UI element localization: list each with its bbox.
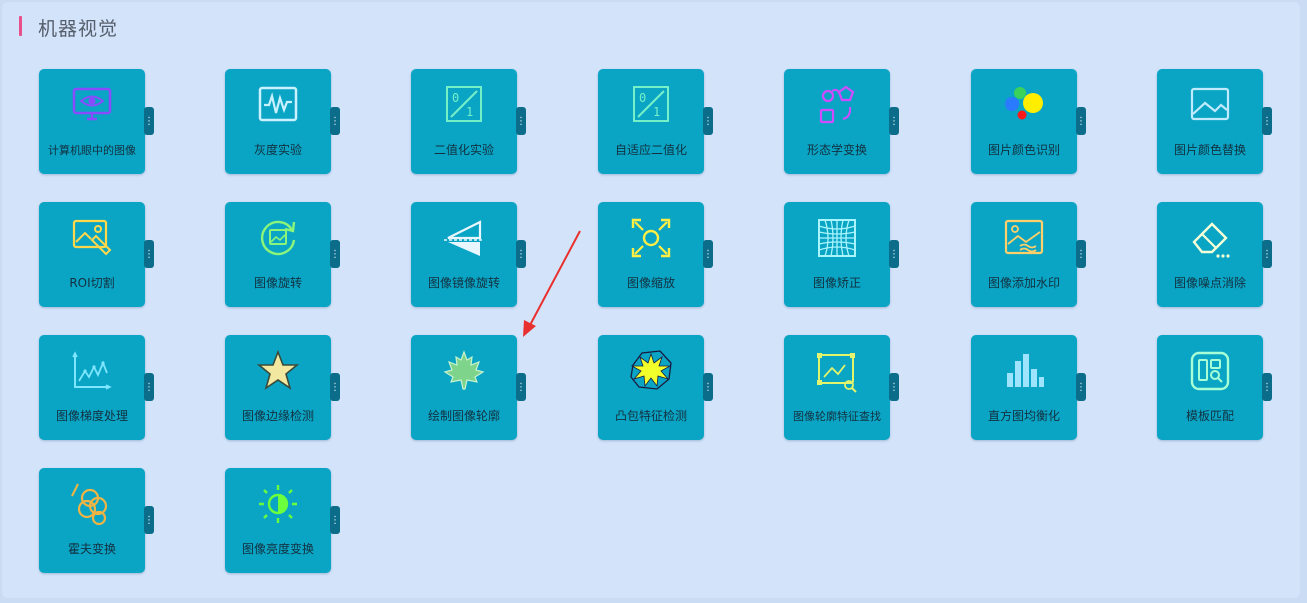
tile-label: 二值化实验	[433, 143, 494, 157]
tile-gradient[interactable]: 图像梯度处理 ⋮	[39, 335, 154, 440]
svg-text:0: 0	[452, 91, 459, 105]
tile-menu-handle[interactable]: ⋮	[1076, 373, 1086, 401]
tile-brightness[interactable]: 图像亮度变换 ⋮	[225, 468, 340, 573]
tile-scale[interactable]: 图像缩放 ⋮	[598, 202, 713, 307]
tile-morphology[interactable]: 形态学变换 ⋮	[784, 69, 899, 174]
tile-denoise[interactable]: 图像噪点消除 ⋮	[1157, 202, 1272, 307]
tile-menu-handle[interactable]: ⋮	[516, 107, 526, 135]
tile-menu-handle[interactable]: ⋮	[703, 373, 713, 401]
tile-menu-handle[interactable]: ⋮	[144, 240, 154, 268]
tile-label: 图像矫正	[812, 276, 861, 290]
tile-mirror[interactable]: 图像镜像旋转 ⋮	[411, 202, 526, 307]
tile-color-recognition[interactable]: 图片颜色识别 ⋮	[971, 69, 1086, 174]
image-cut-icon	[72, 219, 112, 256]
image-search-icon	[817, 353, 857, 393]
tile-label: 图像旋转	[253, 276, 302, 290]
tile-menu-handle[interactable]: ⋮	[1076, 107, 1086, 135]
tile-hough-transform[interactable]: 霍夫变换 ⋮	[39, 468, 154, 573]
image-landscape-icon	[1190, 87, 1230, 121]
maple-leaf-icon	[443, 350, 485, 390]
tile-menu-handle[interactable]: ⋮	[703, 240, 713, 268]
tile-label: ROI切割	[69, 276, 115, 290]
grid-warp-icon	[818, 219, 856, 257]
tile-draw-contour[interactable]: 绘制图像轮廓 ⋮	[411, 335, 526, 440]
tile-menu-handle[interactable]: ⋮	[330, 107, 340, 135]
tile-label: 图像梯度处理	[55, 409, 128, 423]
template-match-icon	[1190, 351, 1230, 391]
tile-label: 绘制图像轮廓	[427, 409, 500, 423]
tile-label: 图片颜色识别	[987, 143, 1060, 157]
tile-menu-handle[interactable]: ⋮	[1262, 240, 1272, 268]
tile-label: 计算机眼中的图像	[48, 143, 136, 157]
tile-menu-handle[interactable]: ⋮	[330, 506, 340, 534]
tile-edge-detection[interactable]: 图像边缘检测 ⋮	[225, 335, 340, 440]
tile-menu-handle[interactable]: ⋮	[330, 373, 340, 401]
annotation-arrow-icon	[523, 230, 581, 337]
tile-label: 图片颜色替换	[1173, 143, 1246, 157]
histogram-icon	[1007, 354, 1044, 387]
tile-label: 图像镜像旋转	[427, 276, 500, 290]
tile-computer-vision-image[interactable]: 计算机眼中的图像 ⋮	[39, 69, 154, 174]
tile-menu-handle[interactable]: ⋮	[330, 240, 340, 268]
image-watermark-icon	[1004, 219, 1044, 255]
tile-correction[interactable]: 图像矫正 ⋮	[784, 202, 899, 307]
tile-menu-handle[interactable]: ⋮	[144, 373, 154, 401]
line-graph-icon	[72, 351, 112, 390]
tile-template-matching[interactable]: 模板匹配 ⋮	[1157, 335, 1272, 440]
tile-contour-features[interactable]: 图像轮廓特征查找 ⋮	[784, 335, 899, 440]
tile-label: 图像噪点消除	[1173, 276, 1246, 290]
tile-menu-handle[interactable]: ⋮	[144, 506, 154, 534]
tile-label: 图像缩放	[626, 276, 675, 290]
tile-watermark[interactable]: 图像添加水印 ⋮	[971, 202, 1086, 307]
svg-text:0: 0	[639, 91, 646, 105]
zoom-frame-icon	[631, 218, 671, 258]
shape-transform-icon	[819, 85, 855, 124]
tile-menu-handle[interactable]: ⋮	[1076, 240, 1086, 268]
tile-grayscale[interactable]: 灰度实验 ⋮	[225, 69, 340, 174]
tile-menu-handle[interactable]: ⋮	[703, 107, 713, 135]
tile-color-replace[interactable]: 图片颜色替换 ⋮	[1157, 69, 1272, 174]
tile-label: 灰度实验	[253, 143, 302, 157]
tile-label: 图像添加水印	[987, 276, 1060, 290]
svg-text:1: 1	[466, 105, 473, 119]
tile-menu-handle[interactable]: ⋮	[144, 107, 154, 135]
binary-0-1-icon: 0 1	[446, 86, 482, 122]
tile-menu-handle[interactable]: ⋮	[889, 240, 899, 268]
tile-histogram-equalization[interactable]: 直方图均衡化 ⋮	[971, 335, 1086, 440]
tile-convex-hull[interactable]: 凸包特征检测 ⋮	[598, 335, 713, 440]
tile-menu-handle[interactable]: ⋮	[1262, 107, 1272, 135]
tile-grid: 计算机眼中的图像 ⋮ 灰度实验 ⋮ 0 1 二值化实验 ⋮ 0 1 自适应二值化…	[0, 0, 1307, 603]
brightness-icon	[259, 485, 297, 523]
tile-label: 形态学变换	[806, 143, 867, 157]
star-icon	[256, 349, 300, 390]
tile-menu-handle[interactable]: ⋮	[889, 107, 899, 135]
color-dots-icon	[1005, 87, 1043, 120]
binary-0-1-icon: 0 1	[633, 86, 669, 122]
tile-roi-cut[interactable]: ROI切割 ⋮	[39, 202, 154, 307]
tile-label: 模板匹配	[1185, 409, 1234, 423]
tile-menu-handle[interactable]: ⋮	[516, 373, 526, 401]
tile-menu-handle[interactable]: ⋮	[1262, 373, 1272, 401]
svg-text:1: 1	[653, 105, 660, 119]
rotate-image-icon	[260, 220, 296, 256]
tile-binarization[interactable]: 0 1 二值化实验 ⋮	[411, 69, 526, 174]
monitor-eye-icon	[72, 87, 112, 121]
tile-menu-handle[interactable]: ⋮	[889, 373, 899, 401]
tile-label: 凸包特征检测	[614, 409, 687, 423]
tile-label: 直方图均衡化	[987, 409, 1060, 423]
starburst-icon	[630, 350, 672, 390]
tile-label: 图像轮廓特征查找	[793, 409, 881, 423]
eraser-icon	[1192, 222, 1230, 258]
tile-label: 图像边缘检测	[241, 409, 314, 423]
tile-label: 图像亮度变换	[241, 542, 314, 556]
tile-label: 自适应二值化	[614, 143, 687, 157]
mirror-triangle-icon	[444, 220, 484, 256]
tile-rotation[interactable]: 图像旋转 ⋮	[225, 202, 340, 307]
tile-adaptive-binarization[interactable]: 0 1 自适应二值化 ⋮	[598, 69, 713, 174]
tile-label: 霍夫变换	[67, 542, 116, 556]
hough-circles-icon	[71, 483, 108, 526]
waveform-icon	[258, 86, 298, 122]
